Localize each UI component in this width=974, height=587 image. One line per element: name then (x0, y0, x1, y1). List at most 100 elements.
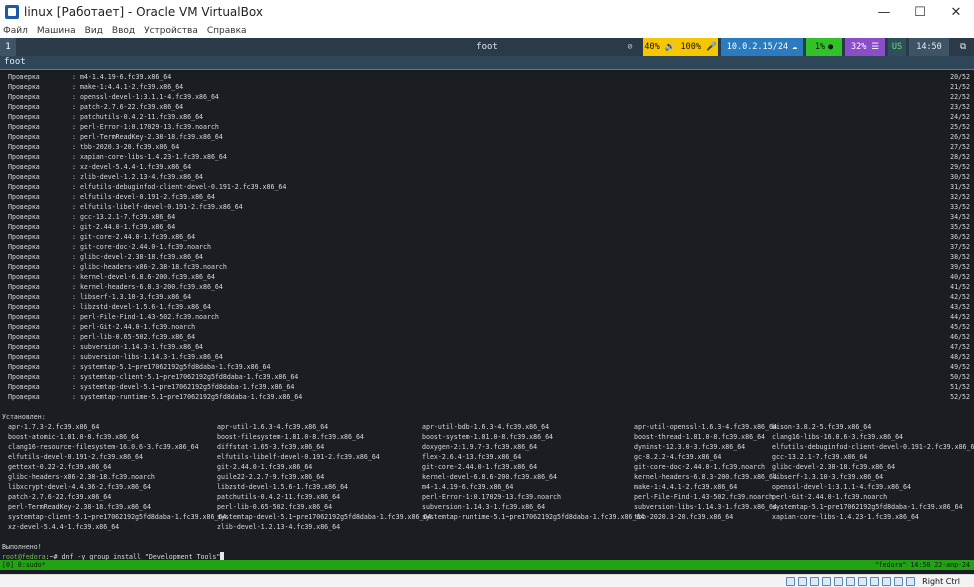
verify-count: 38/52 (950, 253, 970, 261)
verify-count: 33/52 (950, 203, 970, 211)
hard-disk-icon[interactable] (786, 577, 795, 586)
verify-label: Проверка (8, 123, 40, 131)
terminal-output[interactable]: Проверка: m4-1.4.19-6.fc39.x86_64 20/52 Пр… (0, 71, 974, 561)
installed-package: systemtap-5.1~pre17062192g5fd8daba-1.fc3… (772, 503, 963, 511)
window-title: linux [Работает] - Oracle VM VirtualBox (24, 5, 263, 19)
verify-row: Проверка: systemtap-5.1~pre17062192g5fd8… (8, 362, 970, 372)
keyboard-layout-text: US (891, 42, 903, 52)
network-text: 10.0.2.15/24 (726, 42, 789, 52)
verify-package: : gcc-13.2.1-7.fc39.x86_64 (72, 213, 176, 221)
menu-view[interactable]: Вид (85, 26, 103, 36)
verify-row: Проверка: perl-TermReadKey-2.38-18.fc39.… (8, 132, 970, 142)
menu-help[interactable]: Справка (207, 26, 247, 36)
terminal-title: foot (4, 57, 26, 67)
installed-package: boost-thread-1.81.0-8.fc39.x86_64 (634, 433, 766, 441)
installed-package: guile22-2.2.7-9.fc39.x86_64 (217, 473, 325, 481)
verify-row: Проверка: git-2.44.0-1.fc39.x86_64 35/52 (8, 222, 970, 232)
network-icon[interactable] (822, 577, 831, 586)
installed-package: perl-Git-2.44.0-1.fc39.noarch (772, 493, 888, 501)
verify-count: 20/52 (950, 73, 970, 81)
guest-screen[interactable]: 1 foot ⊘ 40% 🔊 100% 🎤 10.0.2.15/24 ☁ 1% … (0, 38, 974, 574)
verify-count: 41/52 (950, 283, 970, 291)
verify-count: 40/52 (950, 273, 970, 281)
installed-package: patch-2.7.6-22.fc39.x86_64 (8, 493, 112, 501)
installed-header: Установлен: (2, 413, 46, 421)
installed-package: clang16-resource-filesystem-16.0.6-3.fc3… (8, 443, 199, 451)
menu-machine[interactable]: Машина (37, 26, 76, 36)
installed-package: patchutils-0.4.2-11.fc39.x86_64 (217, 493, 341, 501)
cpu-icon[interactable] (882, 577, 891, 586)
verify-label: Проверка (8, 103, 40, 111)
verify-package: : perl-Git-2.44.0-1.fc39.noarch (72, 323, 196, 331)
verify-label: Проверка (8, 223, 40, 231)
verify-count: 36/52 (950, 233, 970, 241)
verify-label: Проверка (8, 133, 40, 141)
verify-count: 44/52 (950, 313, 970, 321)
verify-row: Проверка: gcc-13.2.1-7.fc39.x86_64 34/52 (8, 212, 970, 222)
memory-block[interactable]: 32% ☰ (845, 38, 885, 56)
verify-row: Проверка: openssl-devel-1:3.1.1-4.fc39.x… (8, 92, 970, 102)
verify-label: Проверка (8, 213, 40, 221)
network-block[interactable]: 10.0.2.15/24 ☁ (721, 38, 803, 56)
tmux-status-bar: [0] 0:sudo* "fedora" 14:50 22-апр-24 (0, 560, 974, 570)
verify-row: Проверка: patch-2.7.6-22.fc39.x86_64 23/5… (8, 102, 970, 112)
installed-package: perl-lib-0.65-502.fc39.x86_64 (217, 503, 333, 511)
close-button[interactable]: ✕ (938, 0, 974, 24)
installed-package: git-2.44.0-1.fc39.x86_64 (217, 463, 313, 471)
verify-label: Проверка (8, 363, 40, 371)
installed-package: kernel-headers-6.8.3-200.fc39.x86_64 (634, 473, 777, 481)
menu-input[interactable]: Ввод (112, 26, 135, 36)
cpu-block[interactable]: 1% ● (806, 38, 842, 56)
verify-package: : patch-2.7.6-22.fc39.x86_64 (72, 103, 184, 111)
windows-icon[interactable]: ⧉ (952, 38, 974, 56)
shared-folder-icon[interactable] (846, 577, 855, 586)
verify-label: Проверка (8, 333, 40, 341)
verify-count: 25/52 (950, 123, 970, 131)
verify-count: 32/52 (950, 193, 970, 201)
keyboard-layout-block[interactable]: US (888, 38, 906, 56)
mouse-integration-icon[interactable] (894, 577, 903, 586)
verify-count: 49/52 (950, 363, 970, 371)
verify-package: : glibc-headers-x86-2.38-18.fc39.noarch (72, 263, 227, 271)
verify-label: Проверка (8, 273, 40, 281)
verify-package: : kernel-devel-6.8.6-200.fc39.x86_64 (72, 273, 215, 281)
optical-drive-icon[interactable] (798, 577, 807, 586)
audio-icon[interactable] (810, 577, 819, 586)
menu-devices[interactable]: Устройства (144, 26, 198, 36)
installed-package: elfutils-libelf-devel-0.191-2.fc39.x86_6… (217, 453, 380, 461)
display-icon[interactable] (858, 577, 867, 586)
window-titlebar: linux [Работает] - Oracle VM VirtualBox (0, 0, 974, 24)
menu-file[interactable]: Файл (3, 26, 28, 36)
verify-row: Проверка: systemtap-runtime-5.1~pre17062… (8, 392, 970, 402)
usb-icon[interactable] (834, 577, 843, 586)
installed-package: boost-atomic-1.81.0-8.fc39.x86_64 (8, 433, 140, 441)
verify-label: Проверка (8, 183, 40, 191)
keyboard-icon[interactable] (906, 577, 915, 586)
installed-package: dyninst-12.3.0-3.fc39.x86_64 (634, 443, 746, 451)
verify-label: Проверка (8, 113, 40, 121)
cpu-icon: ● (828, 42, 834, 52)
sway-bar: 1 foot ⊘ 40% 🔊 100% 🎤 10.0.2.15/24 ☁ 1% … (0, 38, 974, 56)
installed-package: boost-filesystem-1.81.0-8.fc39.x86_64 (217, 433, 364, 441)
installed-package: openssl-devel-1:3.1.1-4.fc39.x86_64 (772, 483, 911, 491)
verify-row: Проверка: perl-Error-1:0.17029-13.fc39.n… (8, 122, 970, 132)
recording-icon[interactable] (870, 577, 879, 586)
installed-package: m4-1.4.19-6.fc39.x86_64 (422, 483, 514, 491)
installed-package: elfutils-devel-0.191-2.fc39.x86_64 (8, 453, 143, 461)
installed-package: kernel-devel-6.8.6-200.fc39.x86_64 (422, 473, 557, 481)
verify-count: 24/52 (950, 113, 970, 121)
verify-package: : make-1:4.4.1-2.fc39.x86_64 (72, 83, 184, 91)
verify-row: Проверка: glibc-headers-x86-2.38-18.fc39… (8, 262, 970, 272)
verify-label: Проверка (8, 93, 40, 101)
verify-label: Проверка (8, 283, 40, 291)
tmux-window-list[interactable]: [0] 0:sudo* (2, 560, 46, 570)
volume-block[interactable]: 40% 🔊 100% 🎤 (643, 38, 718, 56)
text-cursor (220, 552, 225, 560)
host-key-label: Right Ctrl (922, 577, 960, 586)
maximize-button[interactable]: ☐ (902, 0, 938, 24)
verify-label: Проверка (8, 83, 40, 91)
workspace-button[interactable]: 1 (0, 38, 16, 56)
verify-count: 51/52 (950, 383, 970, 391)
verify-package: : subversion-libs-1.14.3-1.fc39.x86_64 (72, 353, 223, 361)
minimize-button[interactable]: — (866, 0, 902, 24)
